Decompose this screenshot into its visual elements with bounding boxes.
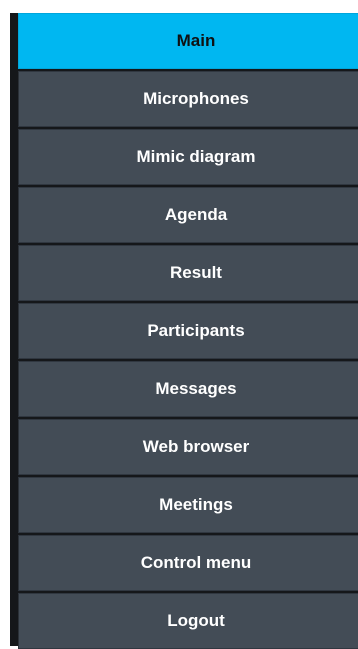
nav-item-label: Result (170, 263, 222, 282)
nav-item-label: Web browser (142, 437, 250, 456)
nav-item-label: Control menu (140, 553, 252, 572)
nav-item-agenda[interactable]: Agenda (18, 187, 358, 243)
nav-item-participants[interactable]: Participants (18, 303, 358, 359)
nav-item-label: Participants (147, 321, 245, 340)
nav-item-label: Agenda (164, 205, 228, 224)
nav-item-label: Microphones (143, 89, 249, 108)
nav-item-main[interactable]: Main (18, 13, 358, 69)
nav-item-web-browser[interactable]: Web browser (18, 419, 358, 475)
main-navigation-menu: Main Microphones Mimic diagram Agenda Re… (10, 13, 358, 649)
nav-item-label: Mimic diagram (136, 147, 256, 166)
nav-item-label: Main (176, 31, 216, 50)
nav-item-meetings[interactable]: Meetings (18, 477, 358, 533)
nav-item-control-menu[interactable]: Control menu (18, 535, 358, 591)
nav-item-result[interactable]: Result (18, 245, 358, 301)
nav-item-logout[interactable]: Logout (18, 593, 358, 649)
nav-item-label: Messages (155, 379, 237, 398)
nav-item-microphones[interactable]: Microphones (18, 71, 358, 127)
nav-item-messages[interactable]: Messages (18, 361, 358, 417)
nav-item-label: Meetings (159, 495, 233, 514)
nav-item-mimic-diagram[interactable]: Mimic diagram (18, 129, 358, 185)
nav-item-label: Logout (167, 611, 225, 630)
